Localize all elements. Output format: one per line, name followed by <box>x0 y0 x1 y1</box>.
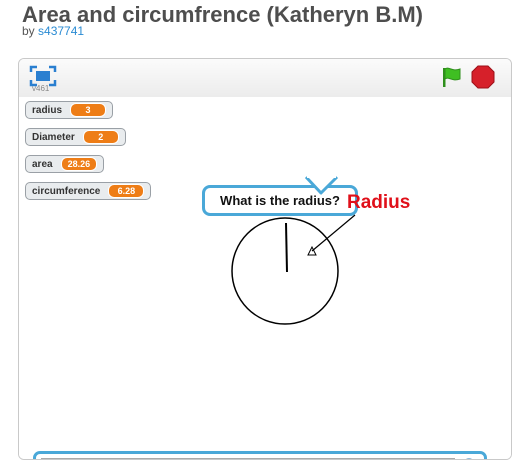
speech-bubble-tail <box>304 175 339 195</box>
by-label: by <box>22 24 35 38</box>
ask-answer-box <box>33 451 487 460</box>
stop-icon[interactable] <box>471 65 495 89</box>
radius-line <box>285 222 288 273</box>
annotation-arrow-line <box>311 214 356 252</box>
version-label: v461 <box>32 84 50 93</box>
stage[interactable]: radius 3 Diameter 2 area 28.26 circumfer… <box>19 97 511 459</box>
radius-annotation: Radius <box>347 192 410 213</box>
project-player: v461 radius 3 Diameter 2 area 28.26 circ… <box>18 58 512 460</box>
check-icon[interactable] <box>459 458 479 460</box>
byline: by s437741 <box>22 24 84 38</box>
answer-input[interactable] <box>41 458 455 459</box>
stage-drawing: Radius <box>231 174 410 325</box>
author-link[interactable]: s437741 <box>38 24 84 38</box>
green-flag-icon[interactable] <box>439 65 463 89</box>
player-controls: v461 <box>19 59 511 98</box>
circle-shape <box>231 217 339 325</box>
